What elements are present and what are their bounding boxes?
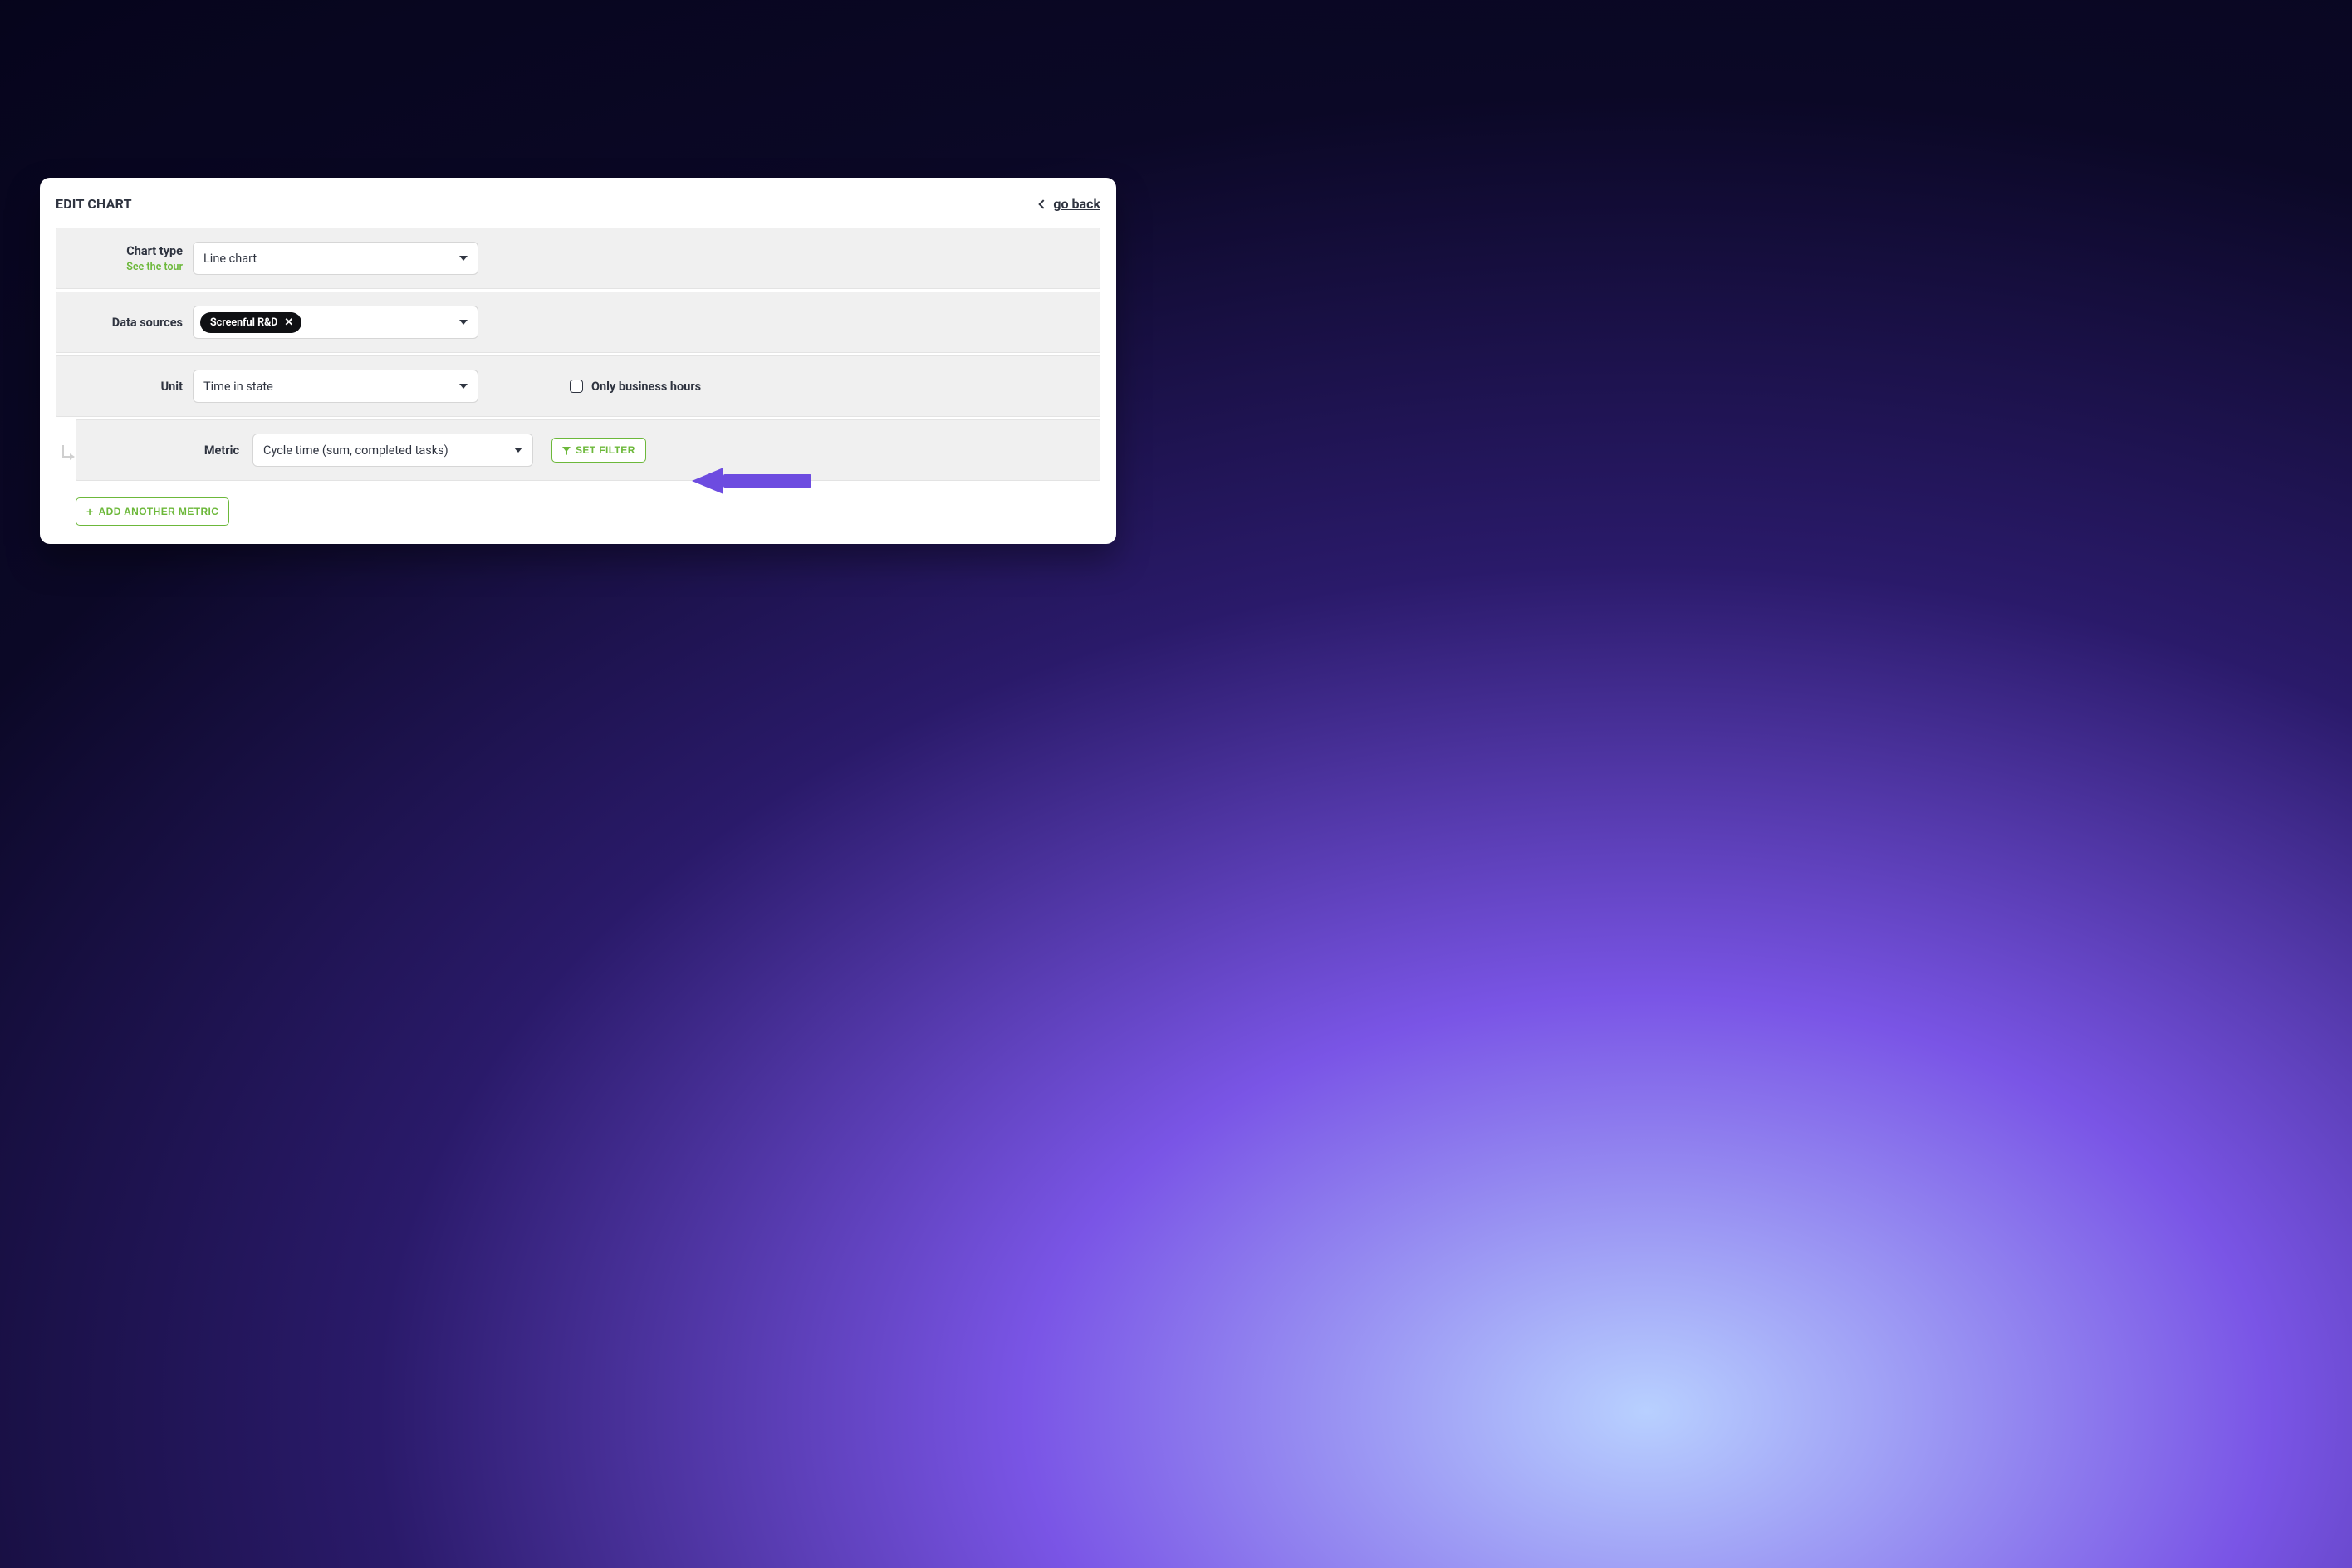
set-filter-label: Set Filter: [576, 444, 635, 456]
chart-type-section: Chart type See the tour Line chart: [56, 228, 1100, 289]
metric-section: Metric Cycle time (sum, completed tasks)…: [76, 419, 1100, 481]
go-back-label: go back: [1053, 196, 1100, 212]
business-hours-label: Only business hours: [591, 380, 701, 394]
metric-value: Cycle time (sum, completed tasks): [263, 443, 448, 458]
caret-down-icon: [459, 256, 468, 261]
chart-type-label-col: Chart type See the tour: [70, 244, 193, 273]
add-metric-label: Add Another Metric: [99, 506, 219, 517]
chart-type-dropdown[interactable]: Line chart: [193, 242, 478, 275]
chart-type-label: Chart type: [126, 244, 183, 258]
business-hours-toggle[interactable]: Only business hours: [570, 380, 701, 394]
caret-down-icon: [514, 448, 522, 453]
plus-icon: +: [86, 506, 94, 517]
chart-type-value: Line chart: [203, 252, 257, 266]
caret-down-icon: [459, 384, 468, 389]
unit-label: Unit: [70, 380, 193, 394]
panel-header: EDIT CHART go back: [56, 193, 1100, 225]
add-another-metric-button[interactable]: + Add Another Metric: [76, 497, 229, 526]
checkbox-icon: [570, 380, 583, 393]
data-sources-section: Data sources Screenful R&D ✕: [56, 292, 1100, 353]
metric-dropdown[interactable]: Cycle time (sum, completed tasks): [252, 434, 533, 467]
go-back-link[interactable]: go back: [1040, 196, 1100, 212]
set-filter-button[interactable]: Set Filter: [551, 438, 646, 463]
edit-chart-panel: EDIT CHART go back Chart type See the to…: [40, 178, 1116, 544]
remove-chip-icon[interactable]: ✕: [284, 317, 293, 328]
unit-section: Unit Time in state Only business hours: [56, 355, 1100, 417]
data-sources-label: Data sources: [70, 316, 193, 330]
unit-dropdown[interactable]: Time in state: [193, 370, 478, 403]
panel-title: EDIT CHART: [56, 196, 132, 212]
filter-icon: [562, 446, 571, 454]
chip-label: Screenful R&D: [210, 316, 277, 329]
see-tour-link[interactable]: See the tour: [70, 261, 183, 273]
chevron-left-icon: [1039, 199, 1048, 208]
data-source-chip[interactable]: Screenful R&D ✕: [200, 312, 301, 333]
unit-value: Time in state: [203, 380, 273, 394]
data-sources-dropdown[interactable]: Screenful R&D ✕: [193, 306, 478, 339]
nesting-arrow-icon: [60, 445, 78, 465]
metric-label: Metric: [90, 443, 252, 458]
caret-down-icon: [459, 320, 468, 325]
